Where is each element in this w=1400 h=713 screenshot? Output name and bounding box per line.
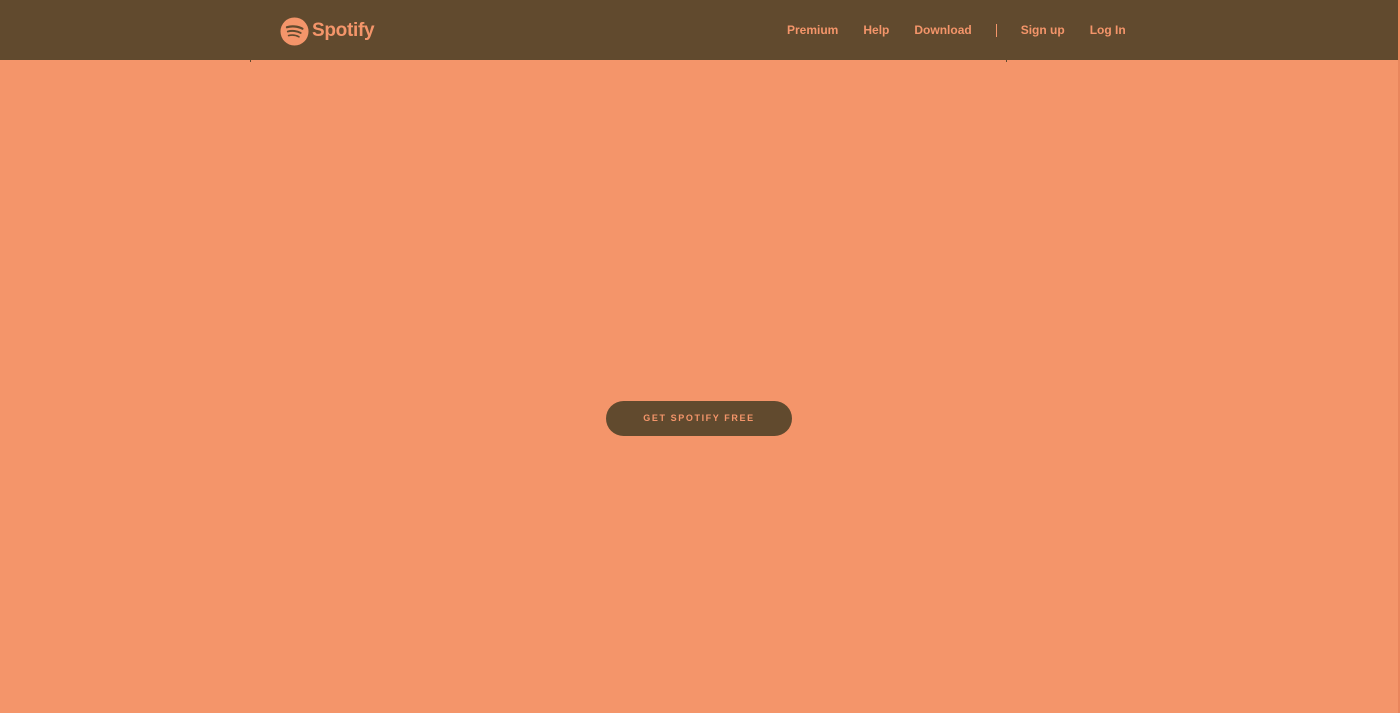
nav-link-log-in[interactable]: Log In [1090,23,1126,37]
spotify-wordmark: Spotify [312,20,375,41]
navigation-container: Spotify Premium Help Download Sign up Lo… [250,0,1126,60]
nav-link-download[interactable]: Download [914,23,971,37]
header-edge-mark-left [250,60,251,62]
nav-link-premium[interactable]: Premium [787,23,838,37]
main-nav: Premium Help Download Sign up Log In [787,0,1126,60]
header-edge-mark-right [1006,60,1007,62]
nav-link-sign-up[interactable]: Sign up [1021,23,1065,37]
nav-link-help[interactable]: Help [863,23,889,37]
top-navigation-bar: Spotify Premium Help Download Sign up Lo… [0,0,1400,60]
nav-divider [995,23,997,37]
spotify-logo-link[interactable]: Spotify [280,16,375,46]
get-spotify-free-button[interactable]: GET SPOTIFY FREE [606,401,792,436]
spotify-logo-icon [280,16,309,46]
